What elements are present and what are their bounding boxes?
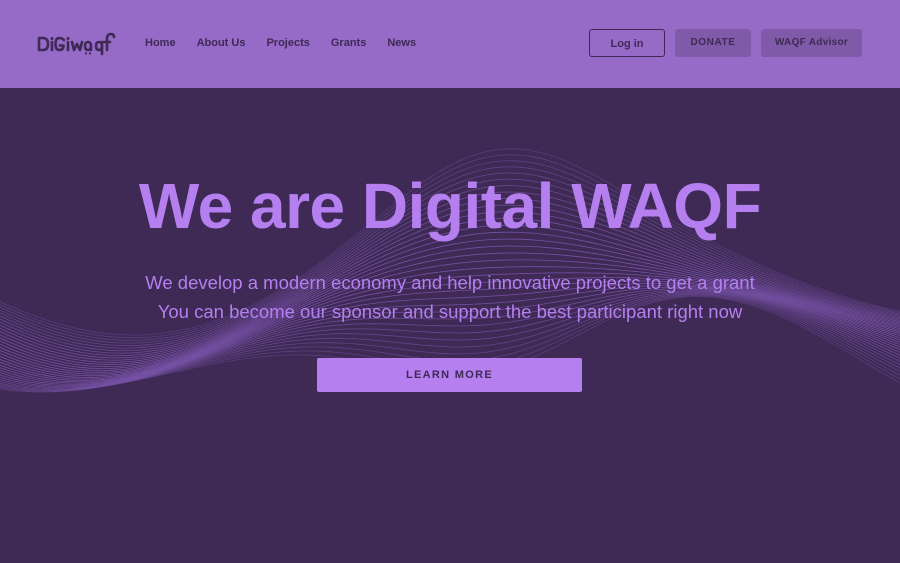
hero-subtitle: We develop a modern economy and help inn…: [0, 268, 900, 326]
login-button[interactable]: Log in: [589, 29, 665, 57]
hero-subtitle-line: You can become our sponsor and support t…: [157, 301, 743, 322]
waqf-advisor-button[interactable]: WAQF Advisor: [761, 29, 862, 57]
donate-button[interactable]: DONATE: [675, 29, 751, 57]
site-header: Home About Us Projects Grants News Log i…: [0, 0, 900, 88]
learn-more-button[interactable]: LEARN MORE: [317, 358, 582, 392]
hero-subtitle-line: We develop a modern economy and help inn…: [145, 272, 755, 293]
hero-title: We are Digital WAQF: [138, 170, 762, 242]
hero-section: We are Digital WAQF We develop a modern …: [0, 88, 900, 563]
nav-news-link[interactable]: News: [387, 36, 416, 50]
main-nav: Home About Us Projects Grants News: [145, 36, 416, 50]
brand-logo[interactable]: [37, 31, 117, 57]
nav-about-us-link[interactable]: About Us: [197, 36, 246, 50]
nav-grants-link[interactable]: Grants: [331, 36, 366, 50]
nav-projects-link[interactable]: Projects: [266, 36, 309, 50]
logo-wordmark-icon: [37, 32, 116, 56]
nav-home-link[interactable]: Home: [145, 36, 176, 50]
